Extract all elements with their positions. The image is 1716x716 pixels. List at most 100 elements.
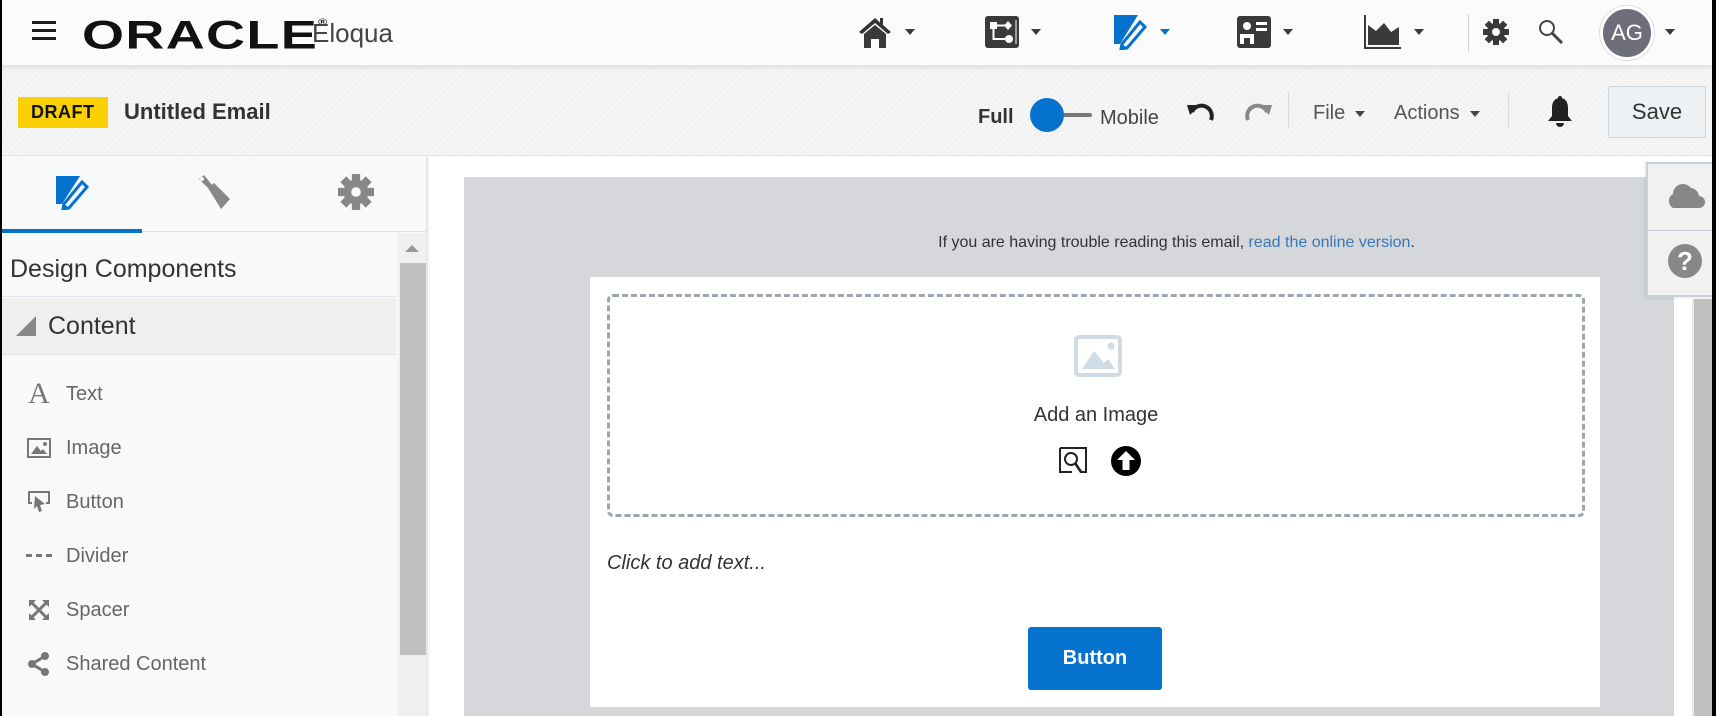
image-icon [26, 435, 52, 461]
chevron-down-icon [1031, 29, 1041, 35]
group-label: Content [48, 311, 136, 340]
email-canvas: If you are having trouble reading this e… [464, 177, 1674, 716]
toolbar-divider [1288, 92, 1289, 128]
settings-button[interactable] [1483, 12, 1509, 52]
view-full-label[interactable]: Full [978, 106, 1014, 129]
bell-icon [1546, 96, 1574, 132]
user-menu-toggle[interactable] [1665, 12, 1675, 52]
status-badge: DRAFT [18, 97, 108, 128]
help-button[interactable]: ? [1648, 230, 1712, 296]
component-button[interactable]: Button [2, 475, 396, 529]
divider-icon [26, 543, 52, 569]
cloud-icon [1665, 182, 1705, 213]
component-shared-content[interactable]: Shared Content [2, 637, 396, 691]
share-icon [26, 651, 52, 677]
nav-orchestration[interactable] [985, 12, 1041, 52]
redo-icon [1242, 103, 1272, 130]
panel-tabs [2, 157, 426, 233]
canvas-scrollbar[interactable] [1692, 299, 1712, 716]
component-divider[interactable]: Divider [2, 529, 396, 583]
notice-text: If you are having trouble reading this e… [938, 234, 1249, 251]
left-panel: Design Components Content A Text Image B… [2, 157, 428, 716]
image-block[interactable]: Add an Image [607, 294, 1585, 517]
brand-name: ORACLE [82, 13, 319, 58]
online-version-link[interactable]: read the online version [1249, 234, 1411, 251]
notice-suffix: . [1410, 234, 1415, 251]
scrollbar-thumb[interactable] [400, 263, 426, 655]
tab-style[interactable] [144, 157, 284, 232]
home-icon [857, 14, 893, 50]
component-text[interactable]: A Text [2, 367, 396, 421]
chevron-down-icon [1665, 29, 1675, 35]
image-placeholder-icon [1074, 335, 1122, 382]
nav-analytics[interactable] [1364, 12, 1424, 52]
tab-settings[interactable] [286, 157, 426, 232]
undo-icon [1187, 103, 1217, 130]
image-search-icon[interactable] [1058, 446, 1088, 481]
actions-menu-label: Actions [1394, 102, 1460, 124]
gear-icon [338, 174, 374, 215]
button-cursor-icon [26, 489, 52, 515]
cloud-content-button[interactable] [1648, 164, 1712, 230]
actions-menu[interactable]: Actions [1394, 102, 1480, 125]
section-title: Design Components [2, 233, 396, 297]
chevron-down-icon [1355, 110, 1366, 117]
component-image[interactable]: Image [2, 421, 396, 475]
save-button[interactable]: Save [1608, 86, 1706, 138]
component-spacer[interactable]: Spacer [2, 583, 396, 637]
gear-icon [1483, 19, 1509, 45]
hamburger-icon[interactable] [32, 21, 56, 41]
text-icon: A [28, 377, 50, 410]
notifications-button[interactable] [1546, 96, 1574, 133]
toggle-knob[interactable] [1030, 98, 1064, 132]
user-avatar[interactable]: AG [1600, 6, 1654, 60]
product-name: Eloqua [312, 18, 393, 48]
text-block-placeholder[interactable]: Click to add text... [607, 552, 766, 575]
component-label: Spacer [66, 598, 130, 621]
toolbar-divider [1508, 92, 1509, 128]
file-menu[interactable]: File [1313, 102, 1366, 125]
component-label: Image [66, 436, 122, 459]
top-navigation: ORACLE® Eloqua AG [2, 0, 1712, 66]
spacer-icon [26, 597, 52, 623]
assets-edit-icon [1112, 14, 1148, 50]
side-tools: ? [1646, 162, 1712, 297]
email-body: Add an Image Click to add text... Button [590, 277, 1600, 707]
chevron-down-icon [1283, 29, 1293, 35]
search-icon [1537, 18, 1565, 46]
component-label: Shared Content [66, 652, 207, 675]
paintbrush-icon [195, 173, 233, 216]
chevron-down-icon [1160, 29, 1170, 35]
analytics-icon [1364, 15, 1402, 49]
orchestration-icon [985, 16, 1019, 48]
design-edit-icon [54, 174, 90, 215]
oracle-logo: ORACLE® [82, 8, 328, 58]
chevron-down-icon [1414, 29, 1424, 35]
left-panel-scrollbar[interactable] [398, 233, 426, 716]
scroll-up-arrow-icon[interactable] [405, 245, 419, 252]
undo-button[interactable] [1187, 100, 1217, 131]
view-mobile-label[interactable]: Mobile [1100, 107, 1159, 130]
nav-divider [1468, 14, 1469, 52]
contacts-icon [1237, 16, 1271, 48]
component-label: Button [66, 490, 124, 513]
group-content-header[interactable]: Content [2, 298, 396, 355]
upload-icon[interactable] [1110, 445, 1142, 482]
nav-assets[interactable] [1112, 12, 1170, 52]
chevron-down-icon [905, 29, 915, 35]
eloqua-email-editor: ORACLE® Eloqua AG DRAFT Untitled Email F… [2, 0, 1712, 716]
view-mode-toggle[interactable] [1030, 98, 1094, 132]
tab-design[interactable] [2, 157, 142, 233]
nav-home[interactable] [857, 12, 915, 52]
file-menu-label: File [1313, 102, 1346, 124]
redo-button[interactable] [1242, 100, 1272, 131]
component-list: A Text Image Button Divider Spacer Share… [2, 367, 396, 691]
email-button-block[interactable]: Button [1028, 627, 1162, 690]
nav-contacts[interactable] [1237, 12, 1293, 52]
email-title[interactable]: Untitled Email [124, 99, 271, 125]
add-image-label: Add an Image [1033, 404, 1159, 426]
search-button[interactable] [1537, 12, 1565, 52]
chevron-down-icon [1469, 110, 1480, 117]
view-online-notice: If you are having trouble reading this e… [464, 234, 1674, 252]
email-canvas-area: If you are having trouble reading this e… [430, 157, 1712, 716]
